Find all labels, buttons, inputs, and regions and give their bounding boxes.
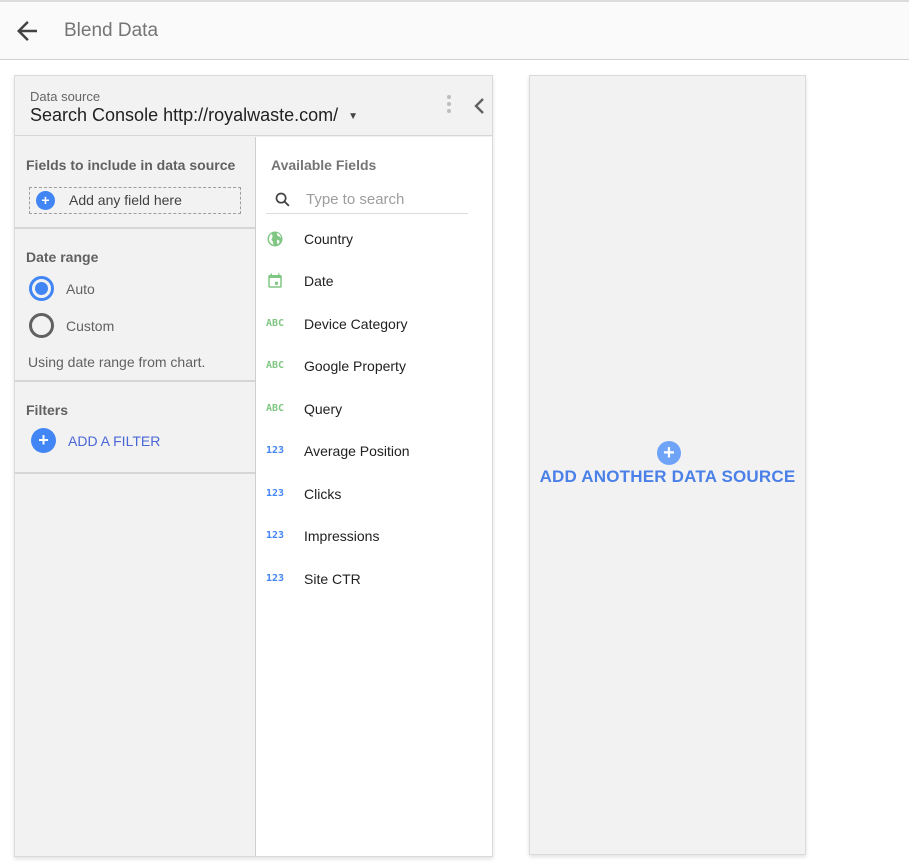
add-data-source-panel: + ADD ANOTHER DATA SOURCE <box>529 75 806 855</box>
field-label: Date <box>304 273 334 289</box>
field-item-country[interactable]: Country <box>266 224 480 254</box>
divider <box>15 472 255 474</box>
header-bar: Blend Data <box>0 2 909 60</box>
add-filter-button[interactable]: + ADD A FILTER <box>31 428 231 454</box>
data-source-panel: Data source Search Console http://royalw… <box>14 75 493 857</box>
radio-auto[interactable] <box>29 276 55 302</box>
search-input[interactable] <box>306 188 466 210</box>
date-range-hint: Using date range from chart. <box>28 354 206 370</box>
field-label: Google Property <box>304 358 406 374</box>
field-label: Average Position <box>304 443 410 459</box>
number-icon: 123 <box>266 573 285 584</box>
calendar-icon <box>266 272 290 290</box>
field-item-google-property[interactable]: ABC Google Property <box>266 351 480 381</box>
available-fields-title: Available Fields <box>271 157 377 173</box>
page-title: Blend Data <box>64 20 159 41</box>
field-item-impressions[interactable]: 123 Impressions <box>266 521 480 551</box>
number-icon: 123 <box>266 488 285 499</box>
field-label: Site CTR <box>304 571 361 587</box>
globe-icon <box>266 230 290 248</box>
fields-section-title: Fields to include in data source <box>26 157 236 173</box>
date-range-title: Date range <box>26 249 99 265</box>
add-field-dropzone[interactable]: + Add any field here <box>29 187 241 214</box>
chevron-left-icon <box>474 98 484 114</box>
search-icon <box>275 192 290 207</box>
collapse-panel-button[interactable] <box>471 96 489 116</box>
radio-auto-label[interactable]: Auto <box>66 281 95 297</box>
add-another-data-source-button[interactable]: + ADD ANOTHER DATA SOURCE <box>530 441 805 491</box>
abc-icon: ABC <box>266 403 285 414</box>
plus-circle-icon: + <box>36 191 55 210</box>
add-field-label: Add any field here <box>69 192 182 208</box>
field-label: Country <box>304 231 354 247</box>
radio-custom-label[interactable]: Custom <box>66 318 114 334</box>
caret-down-icon: ▼ <box>348 110 359 122</box>
more-vert-icon[interactable] <box>443 95 455 119</box>
divider <box>15 380 255 382</box>
available-fields: Available Fields Country Date <box>256 137 492 856</box>
field-item-clicks[interactable]: 123 Clicks <box>266 479 480 509</box>
number-icon: 123 <box>266 530 285 541</box>
plus-circle-icon: + <box>31 428 56 453</box>
back-button[interactable] <box>12 16 42 46</box>
data-source-value: Search Console http://royalwaste.com/ <box>30 105 339 125</box>
data-source-header: Data source Search Console http://royalw… <box>15 76 492 136</box>
field-item-average-position[interactable]: 123 Average Position <box>266 436 480 466</box>
data-source-config: Fields to include in data source + Add a… <box>15 137 255 856</box>
plus-circle-icon: + <box>657 441 681 465</box>
field-label: Device Category <box>304 316 408 332</box>
data-source-label: Data source <box>30 89 101 104</box>
number-icon: 123 <box>266 445 285 456</box>
field-label: Query <box>304 401 343 417</box>
field-label: Clicks <box>304 486 342 502</box>
field-item-device-category[interactable]: ABC Device Category <box>266 309 480 339</box>
field-item-date[interactable]: Date <box>266 266 480 296</box>
radio-custom[interactable] <box>29 313 55 339</box>
data-source-select[interactable]: Search Console http://royalwaste.com/ ▼ <box>30 105 358 126</box>
abc-icon: ABC <box>266 318 285 329</box>
divider <box>15 227 255 229</box>
abc-icon: ABC <box>266 360 285 371</box>
field-label: Impressions <box>304 528 380 544</box>
field-item-site-ctr[interactable]: 123 Site CTR <box>266 564 480 594</box>
field-item-query[interactable]: ABC Query <box>266 394 480 424</box>
field-search <box>266 184 468 214</box>
add-filter-label: ADD A FILTER <box>68 433 161 449</box>
add-another-data-source-label: ADD ANOTHER DATA SOURCE <box>539 467 796 486</box>
filters-title: Filters <box>26 402 69 418</box>
arrow-left-icon <box>17 21 37 41</box>
